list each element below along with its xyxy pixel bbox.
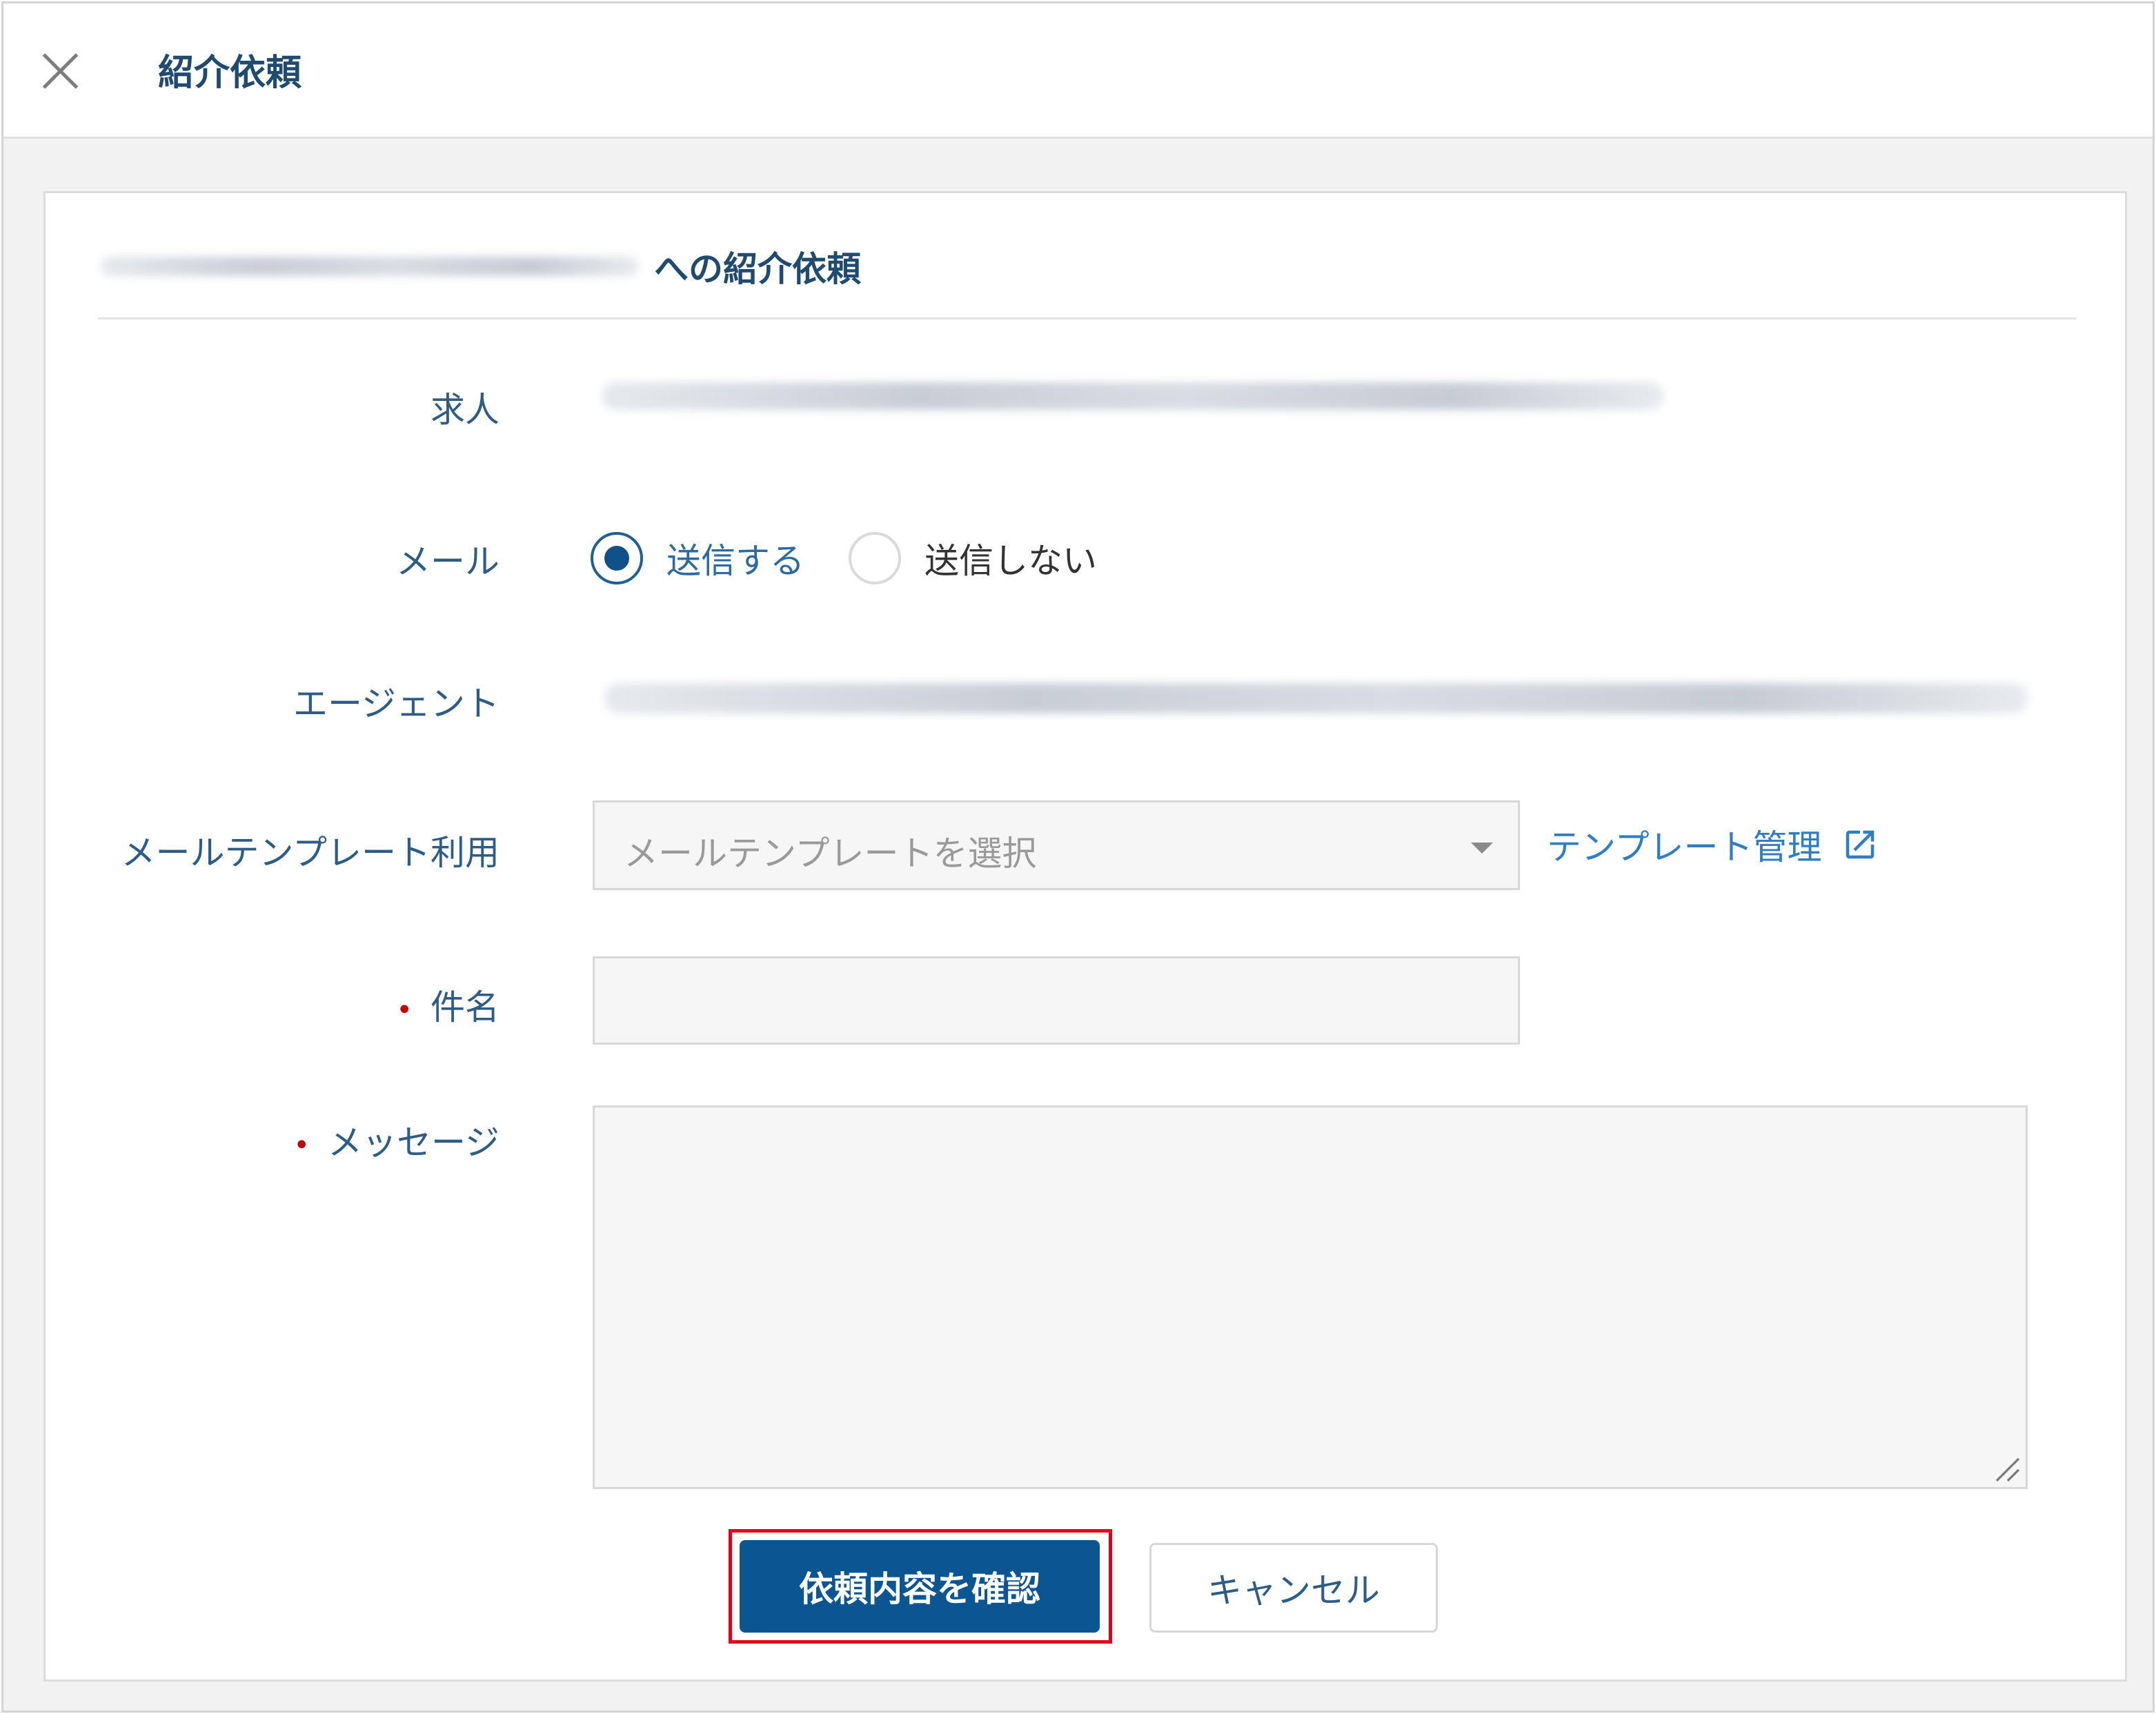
template-select[interactable]: メールテンプレートを選択: [593, 800, 1520, 890]
card-heading: への紹介依頼: [101, 232, 861, 301]
mail-radio-group: 送信する 送信しない: [591, 527, 1141, 589]
redacted-agent-value: [604, 683, 2028, 713]
subject-label-text: 件名: [431, 987, 500, 1027]
referral-request-dialog: 紹介依頼 への紹介依頼 求人 メール 送信する 送信しない エージェント メール…: [1, 1, 2155, 1713]
card-title: への紹介依頼: [654, 249, 861, 289]
request-form-card: への紹介依頼 求人 メール 送信する 送信しない エージェント メールテンプレー…: [43, 191, 2127, 1682]
redacted-job-value: [602, 382, 1664, 410]
radio-dont-send-label: 送信しない: [924, 541, 1097, 581]
radio-send-label: 送信する: [666, 541, 804, 581]
subject-input[interactable]: [593, 956, 1520, 1045]
template-manage-label: テンプレート管理: [1547, 827, 1822, 867]
template-manage-link[interactable]: テンプレート管理: [1547, 820, 1879, 869]
template-select-placeholder: メールテンプレートを選択: [624, 834, 1037, 874]
mail-label: メール: [396, 542, 500, 582]
radio-send[interactable]: 送信する: [591, 532, 804, 584]
chevron-down-icon: [1471, 843, 1493, 854]
message-textarea[interactable]: [593, 1105, 2028, 1489]
dialog-title: 紹介依頼: [158, 52, 302, 94]
dialog-header: 紹介依頼: [3, 3, 2153, 139]
required-mark: •: [293, 1129, 310, 1161]
subject-label: • 件名: [396, 980, 500, 1030]
radio-dont-send[interactable]: 送信しない: [849, 532, 1097, 584]
close-icon[interactable]: [35, 46, 85, 96]
cancel-button[interactable]: キャンセル: [1149, 1543, 1438, 1633]
redacted-company-name: [101, 257, 639, 276]
message-label-text: メッセージ: [328, 1123, 500, 1163]
template-label: メールテンプレート利用: [121, 833, 500, 873]
heading-divider: [98, 317, 2077, 319]
external-link-icon: [1846, 830, 1874, 859]
radio-send-button[interactable]: [591, 532, 643, 584]
message-label: • メッセージ: [293, 1115, 500, 1165]
required-mark: •: [396, 994, 413, 1026]
confirm-request-button[interactable]: 依頼内容を確認: [740, 1540, 1100, 1633]
job-label: 求人: [431, 390, 500, 430]
resize-handle-icon[interactable]: [1991, 1453, 2021, 1484]
agent-label: エージェント: [293, 684, 500, 724]
radio-dont-send-button[interactable]: [849, 532, 901, 584]
